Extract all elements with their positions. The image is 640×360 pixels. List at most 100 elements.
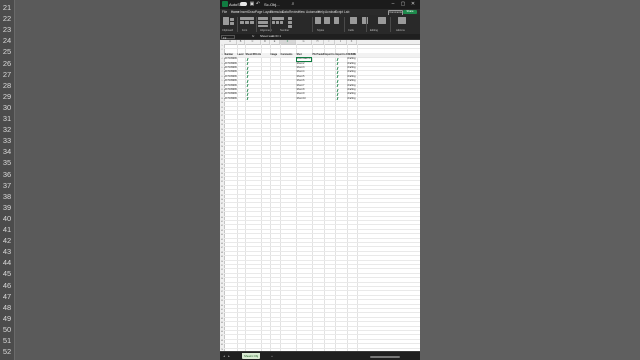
horizontal-scrollbar[interactable] xyxy=(370,355,400,358)
background-row-number: 38 xyxy=(2,191,12,201)
worksheet-grid[interactable]: ABCDEFGHIJK 1 2 3 4 5 6 7 8 9 10 11 12 13 14 15 16 17 18 1… xyxy=(220,40,420,351)
ribbon-separator xyxy=(270,17,271,32)
background-row-number: 26 xyxy=(2,58,12,68)
ribbon-command-icon[interactable] xyxy=(350,17,357,24)
ribbon-separator xyxy=(312,17,313,32)
ribbon-command-icon[interactable] xyxy=(272,17,284,20)
column-title[interactable]: Export to PD .. xyxy=(324,53,336,57)
background-row-number: 37 xyxy=(2,180,12,190)
minimize-icon[interactable]: – xyxy=(390,1,396,7)
ribbon-command-icon[interactable] xyxy=(258,17,268,20)
ribbon-separator xyxy=(390,17,391,32)
ribbon-command-icon[interactable] xyxy=(230,22,234,25)
ribbon-command-icon[interactable] xyxy=(250,21,254,24)
background-row-number: 28 xyxy=(2,80,12,90)
cell-area[interactable]: NumberLevelShoot RDA Hourly ElevationIma… xyxy=(224,44,420,351)
ribbon-command-icon[interactable] xyxy=(378,17,386,24)
ribbon-command-icon[interactable] xyxy=(288,17,292,20)
ribbon: Clipboard Font Alignment Number Styles Cells E… xyxy=(220,15,420,35)
background-row-number: 30 xyxy=(2,102,12,112)
ribbon-command-icon[interactable] xyxy=(258,25,268,27)
check-mark-icon xyxy=(336,75,339,79)
ribbon-group-editing: Editing xyxy=(370,29,378,32)
ribbon-command-icon[interactable] xyxy=(288,25,292,28)
background-row-number: 33 xyxy=(2,136,12,146)
check-mark-icon xyxy=(246,88,249,92)
column-title[interactable]: Shoot RDA Hourly Elevation xyxy=(245,53,262,57)
background-row-number: 41 xyxy=(2,225,12,234)
check-mark-icon xyxy=(246,70,249,75)
background-row-number: 21 xyxy=(2,3,12,12)
background-row-number: 42 xyxy=(2,236,12,246)
cell-number[interactable]: AC7109999 - 9 xyxy=(224,97,238,101)
ribbon-command-icon[interactable] xyxy=(240,21,244,24)
background-row-number: 49 xyxy=(2,313,12,323)
name-box[interactable]: F2 xyxy=(221,34,235,40)
check-mark-icon xyxy=(246,79,249,84)
ribbon-command-icon[interactable] xyxy=(362,17,368,24)
ribbon-command-icon[interactable] xyxy=(315,17,321,24)
ribbon-command-icon[interactable] xyxy=(288,21,292,24)
column-title[interactable]: Export to PD xyxy=(335,53,348,57)
fx-icon: fx xyxy=(252,34,255,38)
maximize-icon[interactable]: ▢ xyxy=(400,1,406,7)
ribbon-separator xyxy=(256,17,257,32)
ribbon-command-icon[interactable] xyxy=(324,17,330,24)
check-mark-icon xyxy=(336,62,339,66)
background-row-number: 45 xyxy=(2,269,12,279)
add-sheet-icon[interactable]: + xyxy=(270,354,274,359)
background-row-number: 52 xyxy=(2,347,12,357)
ribbon-command-icon[interactable] xyxy=(398,17,406,24)
ribbon-command-icon[interactable] xyxy=(272,21,275,24)
share-button[interactable]: Share xyxy=(403,10,417,14)
ribbon-command-icon[interactable] xyxy=(280,21,283,24)
ribbon-command-icon[interactable] xyxy=(223,17,229,25)
ribbon-group-clipboard: Clipboard xyxy=(222,29,234,32)
file-name: Sc-Obj... xyxy=(264,2,280,7)
ribbon-group-font: Font xyxy=(242,29,248,32)
ribbon-command-icon[interactable] xyxy=(258,21,268,24)
ribbon-command-icon[interactable] xyxy=(245,21,249,24)
check-mark-icon xyxy=(336,84,339,88)
check-mark-icon xyxy=(246,84,249,88)
column-title[interactable]: Comments xyxy=(280,53,296,57)
ribbon-group-add-ins: Add-ins xyxy=(396,29,405,32)
search-icon[interactable]: ⌕ xyxy=(290,1,296,7)
ribbon-command-icon[interactable] xyxy=(276,21,279,24)
check-mark-icon xyxy=(336,92,339,97)
column-title[interactable]: Level xyxy=(237,53,245,57)
formula-input[interactable]: Shoot walk ID 1 xyxy=(260,34,281,39)
background-row-number: 46 xyxy=(2,280,12,290)
prev-sheet-icon[interactable]: ◂ xyxy=(222,354,226,359)
check-mark-icon xyxy=(336,57,339,62)
background-right-area xyxy=(420,0,640,360)
excel-window: AutoSave ▣ ↶ Sc-Obj... ⌕ – ▢ ✕ File Home I… xyxy=(220,0,420,360)
next-sheet-icon[interactable]: ▸ xyxy=(227,354,231,359)
background-row-number: 44 xyxy=(2,258,12,268)
check-mark-icon xyxy=(246,97,249,101)
selected-cell[interactable] xyxy=(296,57,312,62)
cell-shot[interactable]: Shoot 10 xyxy=(296,97,312,101)
close-icon[interactable]: ✕ xyxy=(410,1,416,7)
ribbon-command-icon[interactable] xyxy=(240,17,254,20)
background-row-number: 39 xyxy=(2,202,12,212)
autosave-toggle[interactable] xyxy=(240,2,247,6)
ribbon-command-icon[interactable] xyxy=(230,18,234,21)
cell-desire[interactable]: Drafting xyxy=(347,97,357,101)
background-row-number: 27 xyxy=(2,69,12,79)
ribbon-group-styles: Styles xyxy=(317,29,325,32)
check-mark-icon xyxy=(246,75,249,79)
check-mark-icon xyxy=(336,97,339,101)
ribbon-separator xyxy=(366,17,367,32)
background-row-number: 43 xyxy=(2,247,12,257)
check-mark-icon xyxy=(336,88,339,92)
column-title[interactable]: Image xyxy=(270,53,280,57)
sheet-tab[interactable]: Sheet1 Obj xyxy=(242,353,260,359)
background-row-number: 36 xyxy=(2,169,12,179)
check-mark-icon xyxy=(336,70,339,75)
ribbon-command-icon[interactable] xyxy=(334,17,339,24)
undo-icon[interactable]: ↶ xyxy=(255,1,261,7)
column-title[interactable]: PG Predefined Type xyxy=(312,53,325,57)
ribbon-group-cells: Cells xyxy=(348,29,354,32)
ribbon-separator xyxy=(237,17,238,32)
